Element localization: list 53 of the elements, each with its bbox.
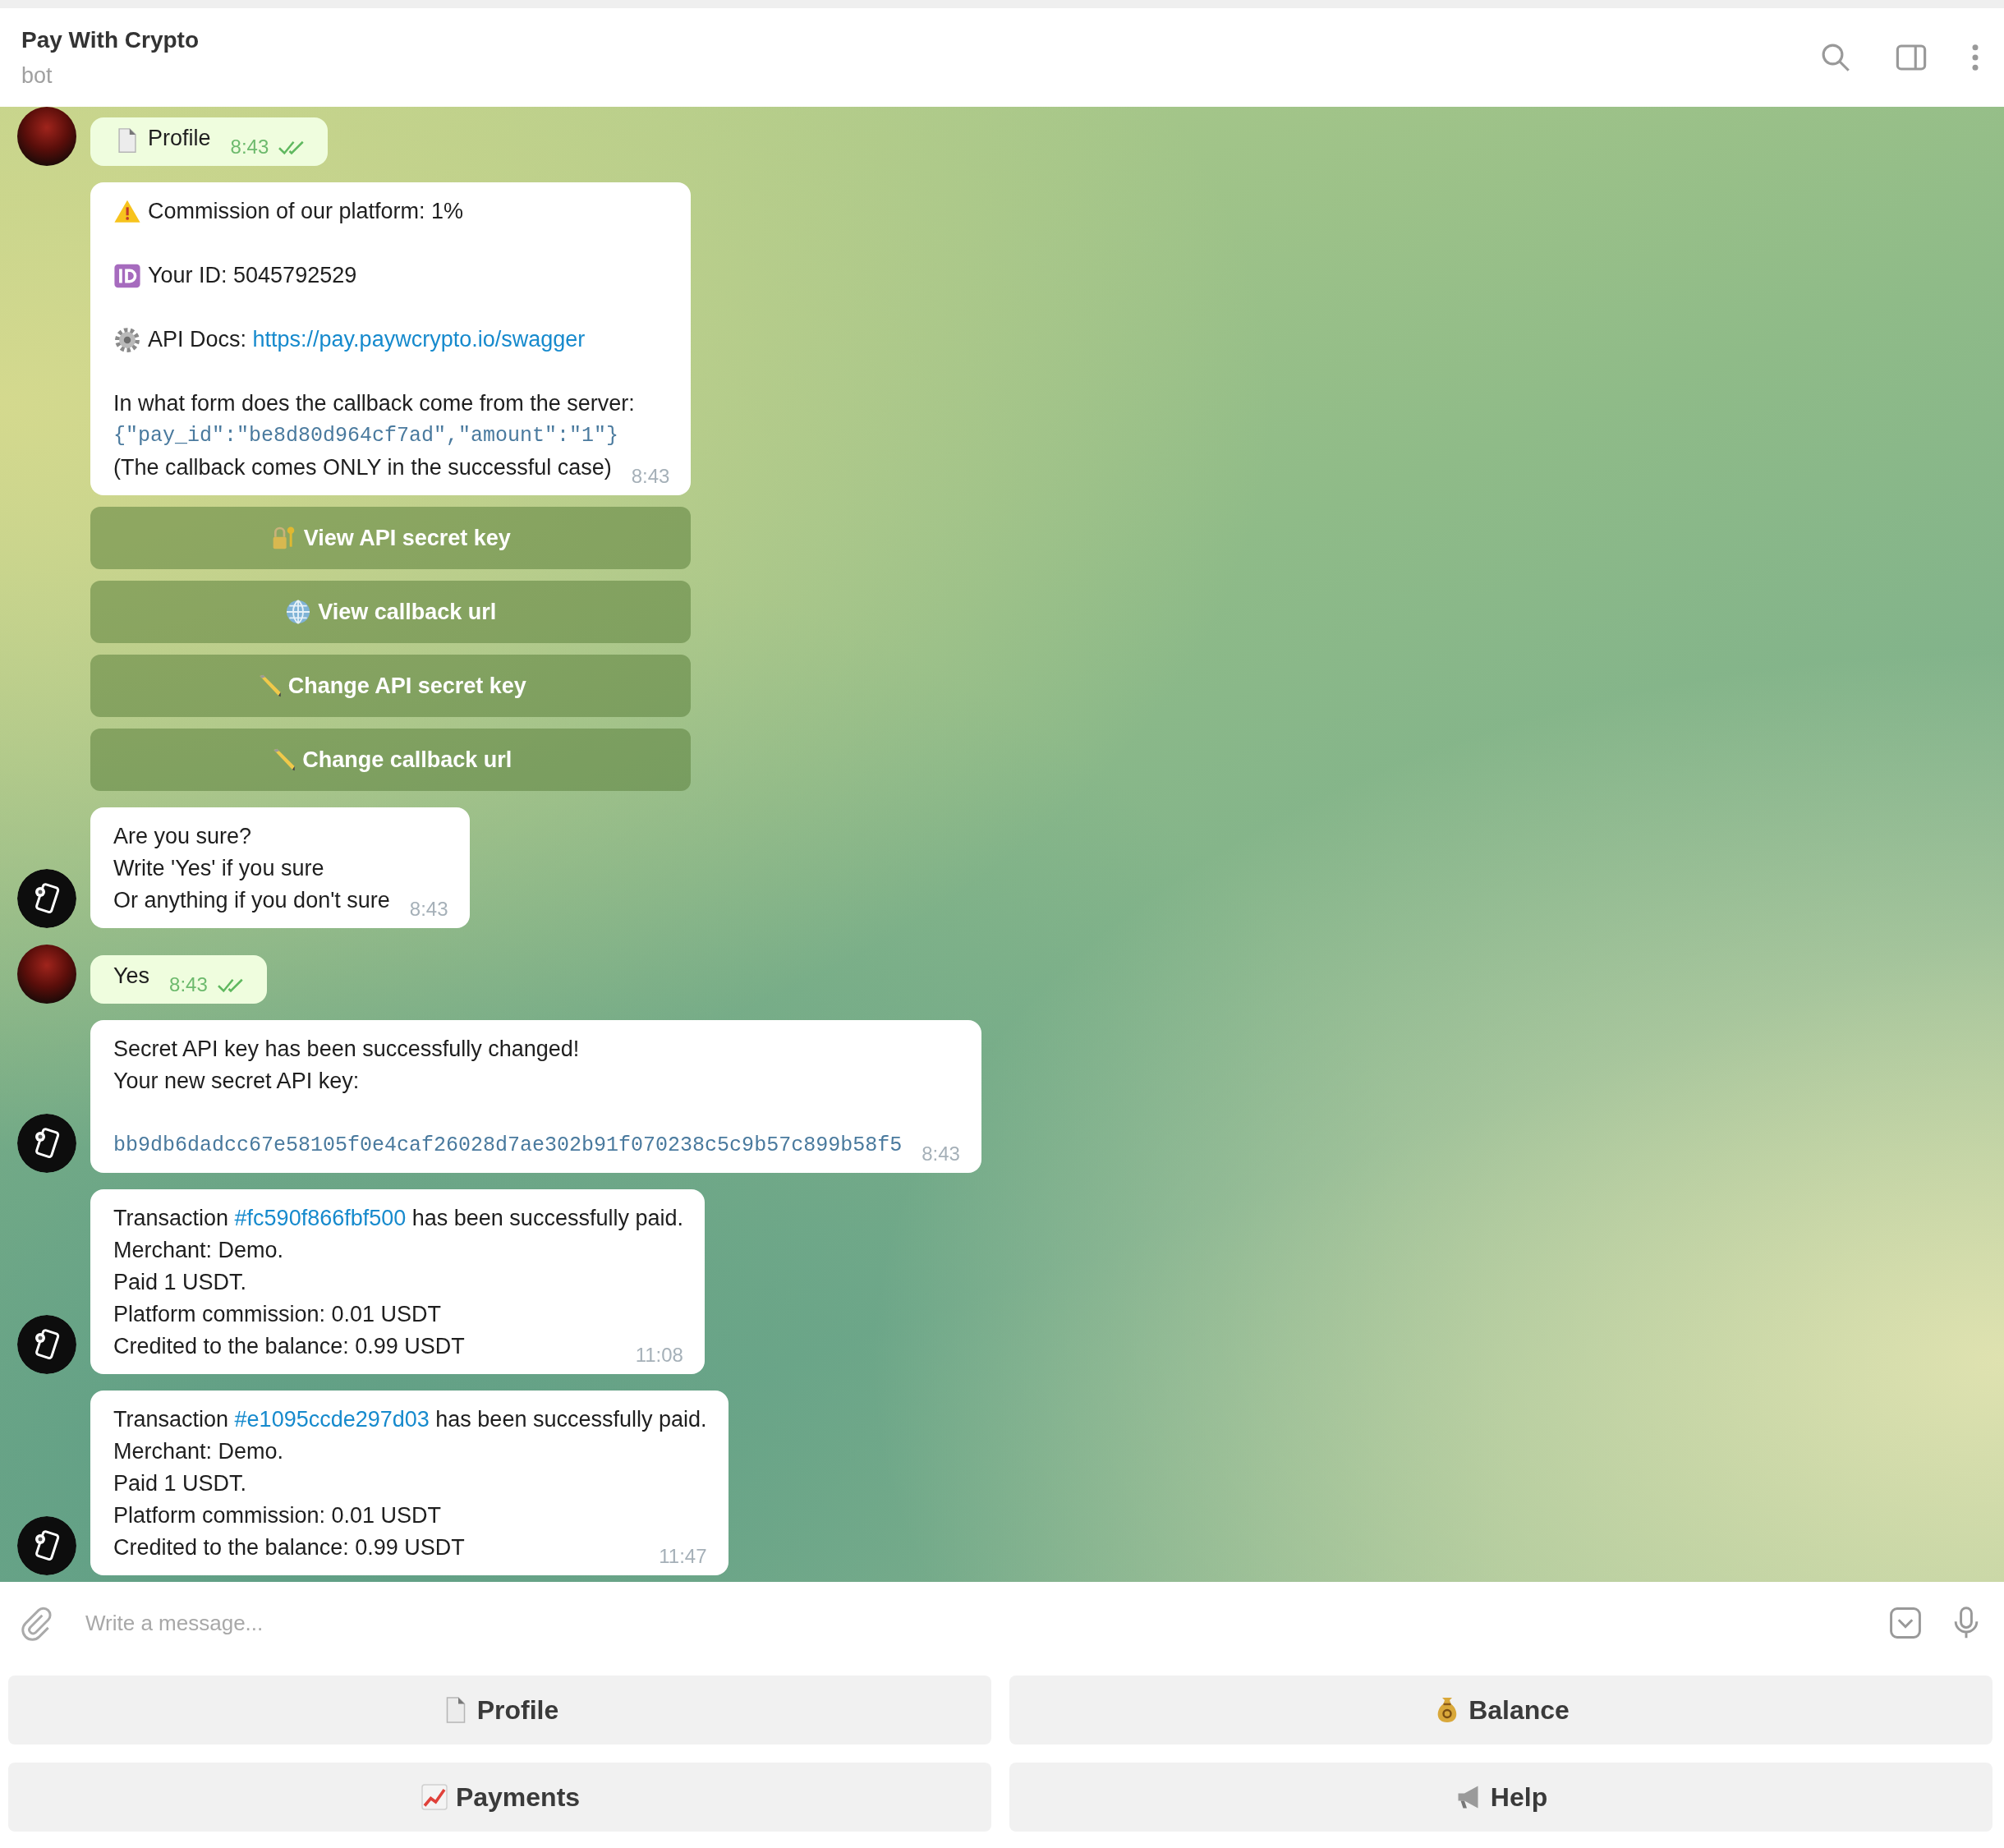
- message-text: Are you sure?: [113, 823, 252, 850]
- message-field[interactable]: Write a message...: [79, 1598, 1863, 1648]
- chat-title: Pay With Crypto: [21, 26, 199, 53]
- message-time: 8:43: [631, 464, 670, 489]
- keyboard-button[interactable]: Balance: [1009, 1676, 1993, 1745]
- link[interactable]: #e1095ccde297d03: [234, 1407, 430, 1432]
- message-text: In what form does the callback come from the server:: [113, 390, 635, 417]
- message-text: Paid 1 USDT.: [113, 1269, 247, 1296]
- message-text: Platform commission: 0.01 USDT: [113, 1301, 442, 1328]
- link[interactable]: https://pay.paywcrypto.io/swagger: [252, 327, 586, 352]
- inline-button[interactable]: Change API secret key: [90, 655, 692, 717]
- keyboard-button[interactable]: Help: [1009, 1763, 1993, 1832]
- message-time: 11:08: [635, 1343, 683, 1368]
- message-text: bb9db6dadcc67e58105f0e4caf26028d7ae302b91f070238c5c9b57c899b58f5: [113, 1133, 903, 1159]
- message-text: Write 'Yes' if you sure: [113, 855, 324, 882]
- chart-icon: [419, 1782, 449, 1812]
- message-text: Your ID: 5045792529: [148, 262, 357, 289]
- message-time: 8:43: [922, 1142, 960, 1166]
- message-text: Credited to the balance: 0.99 USDT: [113, 1534, 465, 1561]
- message-text: Platform commission: 0.01 USDT: [113, 1502, 442, 1529]
- keyboard-button[interactable]: Profile: [8, 1676, 991, 1745]
- keyboard-button[interactable]: Payments: [8, 1763, 991, 1832]
- chat-status: bot: [21, 62, 53, 89]
- message-text: Transaction #e1095ccde297d03 has been successfully paid.: [113, 1406, 707, 1433]
- bot-avatar[interactable]: [17, 869, 76, 928]
- message-text: Merchant: Demo.: [113, 1438, 284, 1465]
- bot-avatar[interactable]: [17, 1114, 76, 1173]
- message-text: (The callback comes ONLY in the successful case): [113, 454, 612, 481]
- message-text: {"pay_id":"be8d80d964cf7ad","amount":"1"}: [113, 423, 619, 449]
- message-text: Your new secret API key:: [113, 1068, 360, 1095]
- message-text: Secret API key has been successfully changed!: [113, 1036, 580, 1063]
- inline-button[interactable]: View API secret key: [90, 507, 692, 569]
- globe-icon: [285, 599, 312, 625]
- link[interactable]: #fc590f866fbf500: [234, 1206, 407, 1230]
- message-text: Commission of our platform: 1%: [148, 198, 464, 225]
- keyboard-toggle-icon[interactable]: [1887, 1605, 1924, 1641]
- message-time: 8:43: [409, 897, 448, 922]
- bot-avatar[interactable]: [17, 1315, 76, 1374]
- message-text: Yes: [113, 963, 150, 990]
- message-text: Profile: [148, 125, 211, 152]
- bot-avatar[interactable]: [17, 1516, 76, 1575]
- message-time: 8:43: [230, 135, 269, 159]
- message-text: Credited to the balance: 0.99 USDT: [113, 1333, 465, 1360]
- message-time: 8:43: [169, 972, 208, 997]
- gear-icon: [113, 325, 141, 354]
- inline-button[interactable]: Change callback url: [90, 729, 692, 791]
- message-time: 11:47: [659, 1544, 707, 1569]
- message-text: API Docs: https://pay.paywcrypto.io/swagger: [148, 326, 586, 353]
- message-text: Paid 1 USDT.: [113, 1470, 247, 1497]
- message-text: Or anything if you don't sure: [113, 887, 390, 914]
- inline-button[interactable]: View callback url: [90, 581, 692, 643]
- message-text: Merchant: Demo.: [113, 1237, 284, 1264]
- message-text: Transaction #fc590f866fbf500 has been successfully paid.: [113, 1205, 683, 1232]
